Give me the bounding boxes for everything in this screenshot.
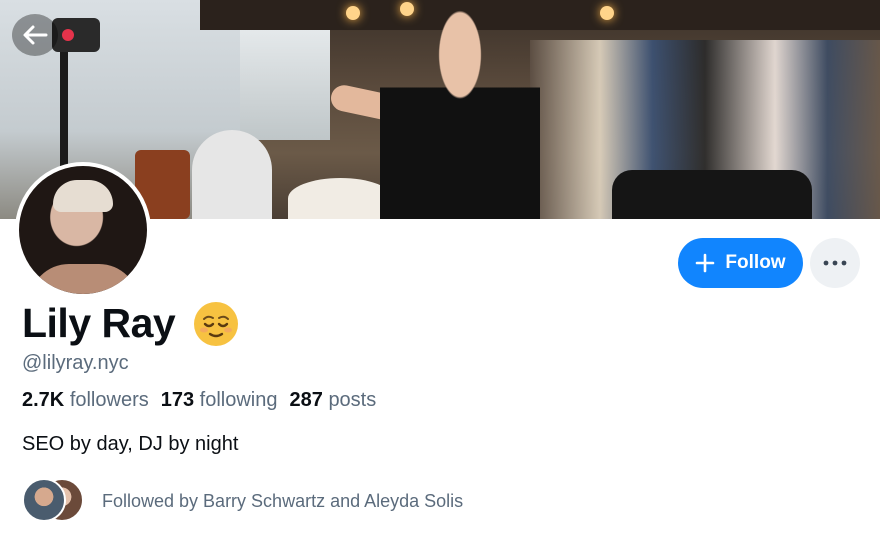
banner-ceiling bbox=[200, 0, 880, 30]
followed-by-row[interactable]: Followed by Barry Schwartz and Aleyda So… bbox=[22, 478, 463, 524]
relieved-face-emoji bbox=[194, 301, 239, 346]
banner-phone bbox=[52, 18, 100, 52]
record-icon bbox=[62, 29, 74, 41]
followed-by-text: Followed by Barry Schwartz and Aleyda So… bbox=[102, 490, 464, 511]
arrow-left-icon bbox=[23, 25, 48, 45]
banner-lamp bbox=[346, 6, 360, 20]
posts-stat: 287 posts bbox=[290, 389, 377, 412]
banner-lamp bbox=[600, 6, 614, 20]
display-name: Lily Ray bbox=[22, 300, 176, 346]
more-options-button[interactable] bbox=[810, 238, 860, 288]
followed-by-avatars bbox=[22, 478, 84, 524]
avatar-hair bbox=[53, 180, 113, 212]
posts-label: posts bbox=[328, 389, 377, 411]
banner-seated-person bbox=[192, 130, 272, 219]
followers-stat[interactable]: 2.7K followers bbox=[22, 389, 149, 412]
banner-table bbox=[288, 178, 393, 219]
banner-window bbox=[240, 20, 330, 140]
following-label: following bbox=[199, 389, 278, 411]
banner-dj bbox=[380, 0, 540, 219]
avatar-shoulders bbox=[29, 264, 139, 294]
profile-avatar[interactable] bbox=[15, 162, 151, 298]
posts-count: 287 bbox=[289, 389, 323, 411]
followers-label: followers bbox=[69, 389, 149, 411]
name-row: Lily Ray bbox=[22, 300, 239, 347]
avatar bbox=[22, 478, 66, 522]
profile-bio: SEO by day, DJ by night bbox=[22, 433, 239, 455]
follow-label: Follow bbox=[725, 252, 786, 273]
following-stat[interactable]: 173 following bbox=[161, 389, 278, 412]
follow-button[interactable]: Follow bbox=[678, 238, 803, 288]
back-button[interactable] bbox=[12, 14, 58, 56]
profile-stats: 2.7K followers 173 following 287 posts bbox=[22, 389, 376, 412]
following-count: 173 bbox=[160, 389, 195, 411]
profile-handle: @lilyray.nyc bbox=[22, 352, 129, 374]
followers-count: 2.7K bbox=[22, 389, 65, 411]
banner-speaker bbox=[612, 170, 812, 219]
ellipsis-icon bbox=[823, 260, 847, 266]
plus-icon bbox=[696, 253, 715, 273]
